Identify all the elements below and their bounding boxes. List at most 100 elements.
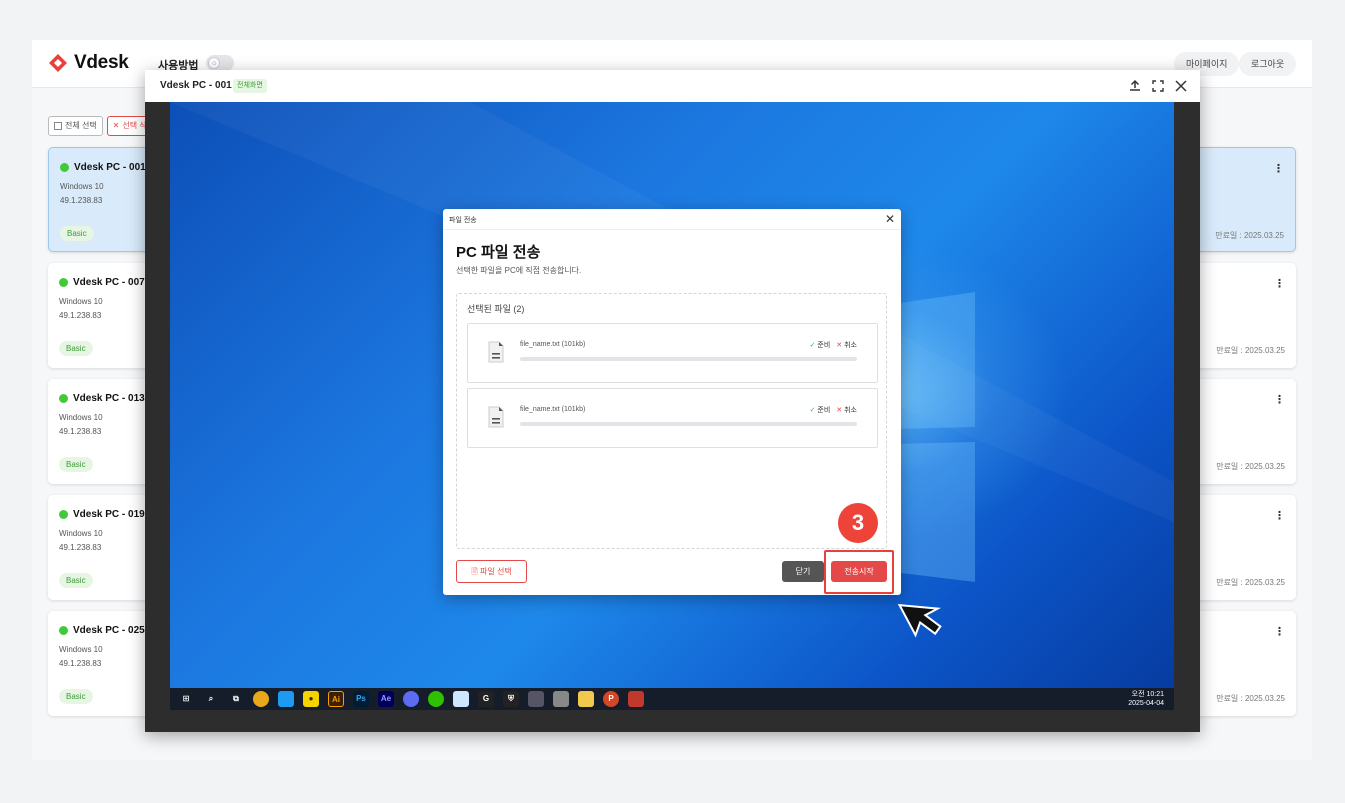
plan-badge: Basic <box>59 457 93 472</box>
online-status-dot <box>59 278 68 287</box>
pc-os: Windows 10 <box>59 413 103 422</box>
kakaotalk-icon[interactable]: ● <box>303 691 319 707</box>
game-icon[interactable] <box>628 691 644 707</box>
online-status-dot <box>59 394 68 403</box>
pc-name: Vdesk PC - 001 <box>74 162 146 173</box>
logout-button[interactable]: 로그아웃 <box>1239 52 1297 76</box>
browser-icon[interactable] <box>403 691 419 707</box>
pc-name: Vdesk PC - 025 <box>73 625 145 636</box>
more-options-icon[interactable]: ⋮ <box>1274 625 1285 638</box>
select-all-button[interactable]: 전체 선택 <box>48 116 103 136</box>
powerpoint-icon[interactable]: P <box>603 691 619 707</box>
search-icon[interactable]: ⌕ <box>203 691 219 707</box>
sun-icon: ☼ <box>208 57 220 69</box>
more-options-icon[interactable]: ⋮ <box>1274 393 1285 406</box>
plan-badge: Basic <box>59 341 93 356</box>
file-explorer-icon[interactable] <box>453 691 469 707</box>
upload-progress-bar <box>520 422 857 426</box>
more-options-icon[interactable]: ⋮ <box>1273 162 1284 175</box>
pc-ip: 49.1.238.83 <box>59 427 102 436</box>
plan-badge: Basic <box>60 226 94 241</box>
clock-date: 2025-04-04 <box>1128 700 1164 707</box>
close-icon[interactable]: ✕ <box>885 212 895 226</box>
files-header: 선택된 파일 (2) <box>467 304 525 314</box>
image-viewer-icon[interactable] <box>553 691 569 707</box>
chrome-icon[interactable] <box>253 691 269 707</box>
close-button[interactable]: 닫기 <box>782 561 824 582</box>
select-file-button[interactable]: 🗎 파일 선택 <box>456 560 527 583</box>
more-options-icon[interactable]: ⋮ <box>1274 277 1285 290</box>
remote-window-title: Vdesk PC - 001 <box>160 80 232 91</box>
pc-os: Windows 10 <box>60 182 104 191</box>
file-name: file_name.txt (101kb) <box>520 341 586 348</box>
list-toolbar: 전체 선택 ✕ 선택 삭제 <box>48 116 161 136</box>
windows-start-icon[interactable]: ⊞ <box>178 691 194 707</box>
online-status-dot <box>59 626 68 635</box>
pc-name: Vdesk PC - 013 <box>73 393 145 404</box>
folder-icon[interactable] <box>578 691 594 707</box>
vdesk-logo-icon <box>49 54 67 72</box>
chat-app-icon[interactable] <box>428 691 444 707</box>
pc-ip: 49.1.238.83 <box>59 311 102 320</box>
dialog-window-title: 파일 전송 <box>449 217 477 224</box>
pc-name: Vdesk PC - 007 <box>73 277 145 288</box>
file-icon <box>488 406 504 428</box>
dialog-subtitle: 선택한 파일을 PC에 직접 전송합니다. <box>456 266 582 275</box>
task-view-icon[interactable]: ⧉ <box>228 691 244 707</box>
close-icon[interactable] <box>1171 76 1191 96</box>
pc-expiry: 만료일 : 2025.03.25 <box>1216 346 1285 355</box>
cancel-file-button[interactable]: ✕ 취소 <box>836 405 857 415</box>
file-icon <box>488 341 504 363</box>
cancel-label: 취소 <box>844 342 857 349</box>
dialog-titlebar: 파일 전송 ✕ <box>443 209 901 230</box>
file-row: file_name.txt (101kb) ✓ 준비 ✕ 취소 <box>467 388 878 448</box>
logo[interactable]: Vdesk <box>48 52 129 74</box>
more-options-icon[interactable]: ⋮ <box>1274 509 1285 522</box>
illustrator-icon[interactable]: Ai <box>328 691 344 707</box>
mouse-cursor-icon <box>898 603 942 638</box>
close-icon: ✕ <box>836 407 843 414</box>
pc-expiry: 만료일 : 2025.03.25 <box>1216 462 1285 471</box>
file-row: file_name.txt (101kb) ✓ 준비 ✕ 취소 <box>467 323 878 383</box>
document-icon: 🗎 <box>471 567 478 576</box>
select-all-label: 전체 선택 <box>65 121 97 130</box>
howto-toggle[interactable]: ☼ <box>206 55 234 71</box>
selected-files-box[interactable]: 선택된 파일 (2) file_name.txt (101kb) ✓ 준비 ✕ … <box>456 293 887 549</box>
file-transfer-dialog: 파일 전송 ✕ PC 파일 전송 선택한 파일을 PC에 직접 전송합니다. 선… <box>443 209 901 595</box>
checkbox-icon <box>54 122 62 130</box>
taskbar: ⊞ ⌕ ⧉ ● Ai Ps Ae G ⛨ P 오전 10:21 2025-04-… <box>170 688 1174 710</box>
pc-os: Windows 10 <box>59 645 103 654</box>
pc-ip: 49.1.238.83 <box>59 543 102 552</box>
plan-badge: Basic <box>59 573 93 588</box>
cancel-file-button[interactable]: ✕ 취소 <box>836 340 857 350</box>
tutorial-highlight-box <box>824 550 894 594</box>
upload-icon[interactable] <box>1125 76 1145 96</box>
close-icon: ✕ <box>836 342 843 349</box>
pc-expiry: 만료일 : 2025.03.25 <box>1216 578 1285 587</box>
online-status-dot <box>60 163 69 172</box>
after-effects-icon[interactable]: Ae <box>378 691 394 707</box>
tool-icon[interactable] <box>528 691 544 707</box>
app-g-icon[interactable]: G <box>478 691 494 707</box>
pc-expiry: 만료일 : 2025.03.25 <box>1216 694 1285 703</box>
plan-badge: Basic <box>59 689 93 704</box>
ready-status: ✓ 준비 <box>810 405 831 415</box>
pc-expiry: 만료일 : 2025.03.25 <box>1215 231 1284 240</box>
tutorial-step-badge: 3 <box>838 503 878 543</box>
cancel-label: 취소 <box>844 407 857 414</box>
close-icon: ✕ <box>112 121 120 130</box>
fullscreen-icon[interactable] <box>1148 76 1168 96</box>
pc-name: Vdesk PC - 019 <box>73 509 145 520</box>
pc-os: Windows 10 <box>59 529 103 538</box>
bird-app-icon[interactable] <box>278 691 294 707</box>
pc-os: Windows 10 <box>59 297 103 306</box>
photoshop-icon[interactable]: Ps <box>353 691 369 707</box>
file-name: file_name.txt (101kb) <box>520 406 586 413</box>
ready-status: ✓ 준비 <box>810 340 831 350</box>
select-file-label: 파일 선택 <box>480 567 512 576</box>
logo-text: Vdesk <box>74 52 129 73</box>
status-label: 준비 <box>817 407 831 414</box>
remote-window-titlebar: Vdesk PC - 001 전체화면 <box>145 70 1200 102</box>
shield-icon[interactable]: ⛨ <box>503 691 519 707</box>
check-icon: ✓ <box>809 407 816 414</box>
